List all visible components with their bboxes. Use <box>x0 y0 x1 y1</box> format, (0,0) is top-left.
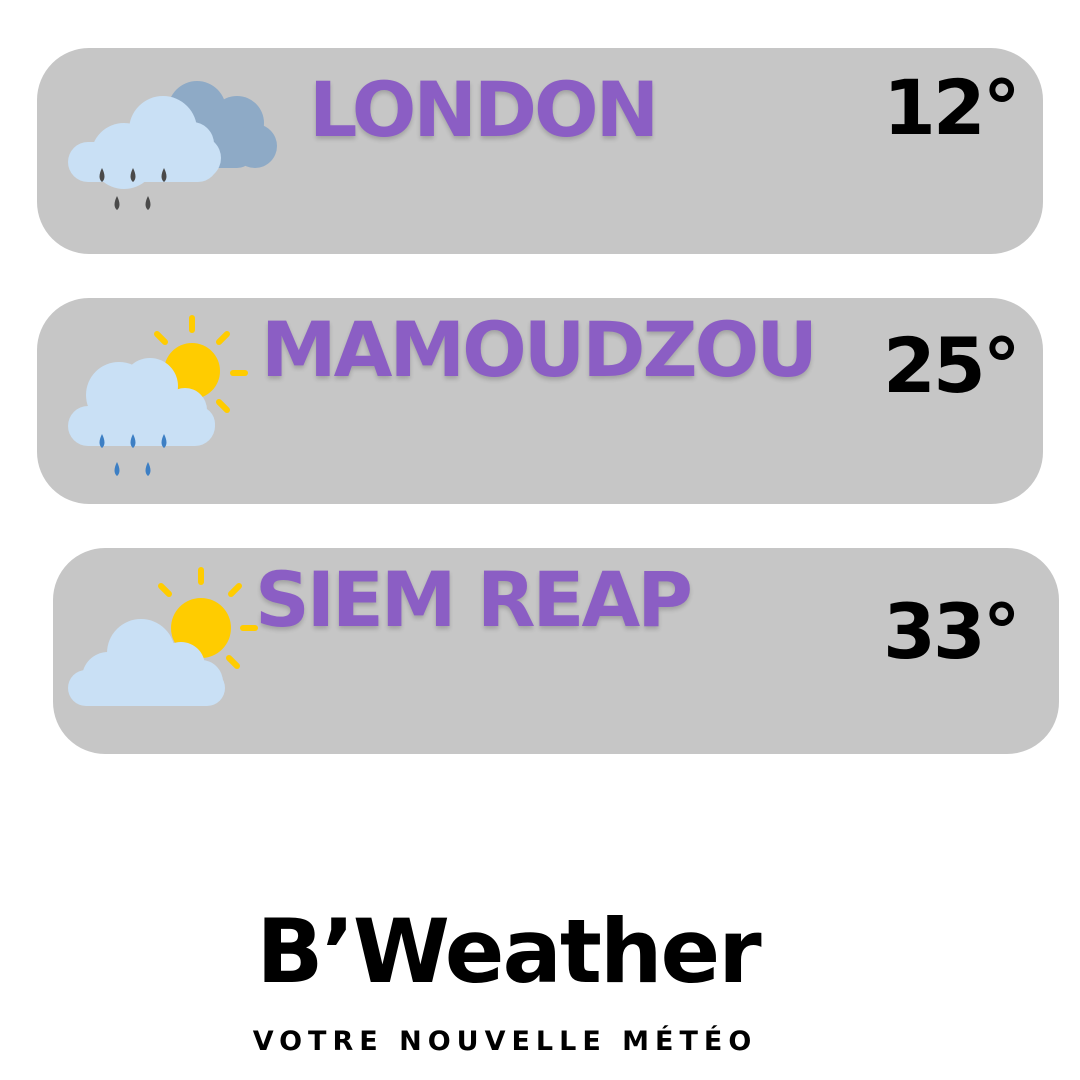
weather-card-siem-reap[interactable]: SIEM REAP 33° <box>53 548 1059 754</box>
sun-rain-cloud-icon <box>68 315 248 476</box>
temperature: 12° <box>883 63 1021 152</box>
rain-cloud-icon <box>68 81 277 210</box>
brand-tagline: VOTRE NOUVELLE MÉTÉO <box>252 1026 758 1057</box>
weather-card-mamoudzou[interactable]: MAMOUDZOU 25° <box>37 298 1043 504</box>
temperature: 25° <box>883 321 1021 410</box>
weather-card-london[interactable]: LONDON 12° <box>37 48 1043 254</box>
city-name: SIEM REAP <box>255 555 693 644</box>
city-name: LONDON <box>309 65 659 154</box>
city-name: MAMOUDZOU <box>261 305 818 394</box>
temperature: 33° <box>883 587 1021 676</box>
brand-logo: B’Weather <box>256 900 761 1003</box>
